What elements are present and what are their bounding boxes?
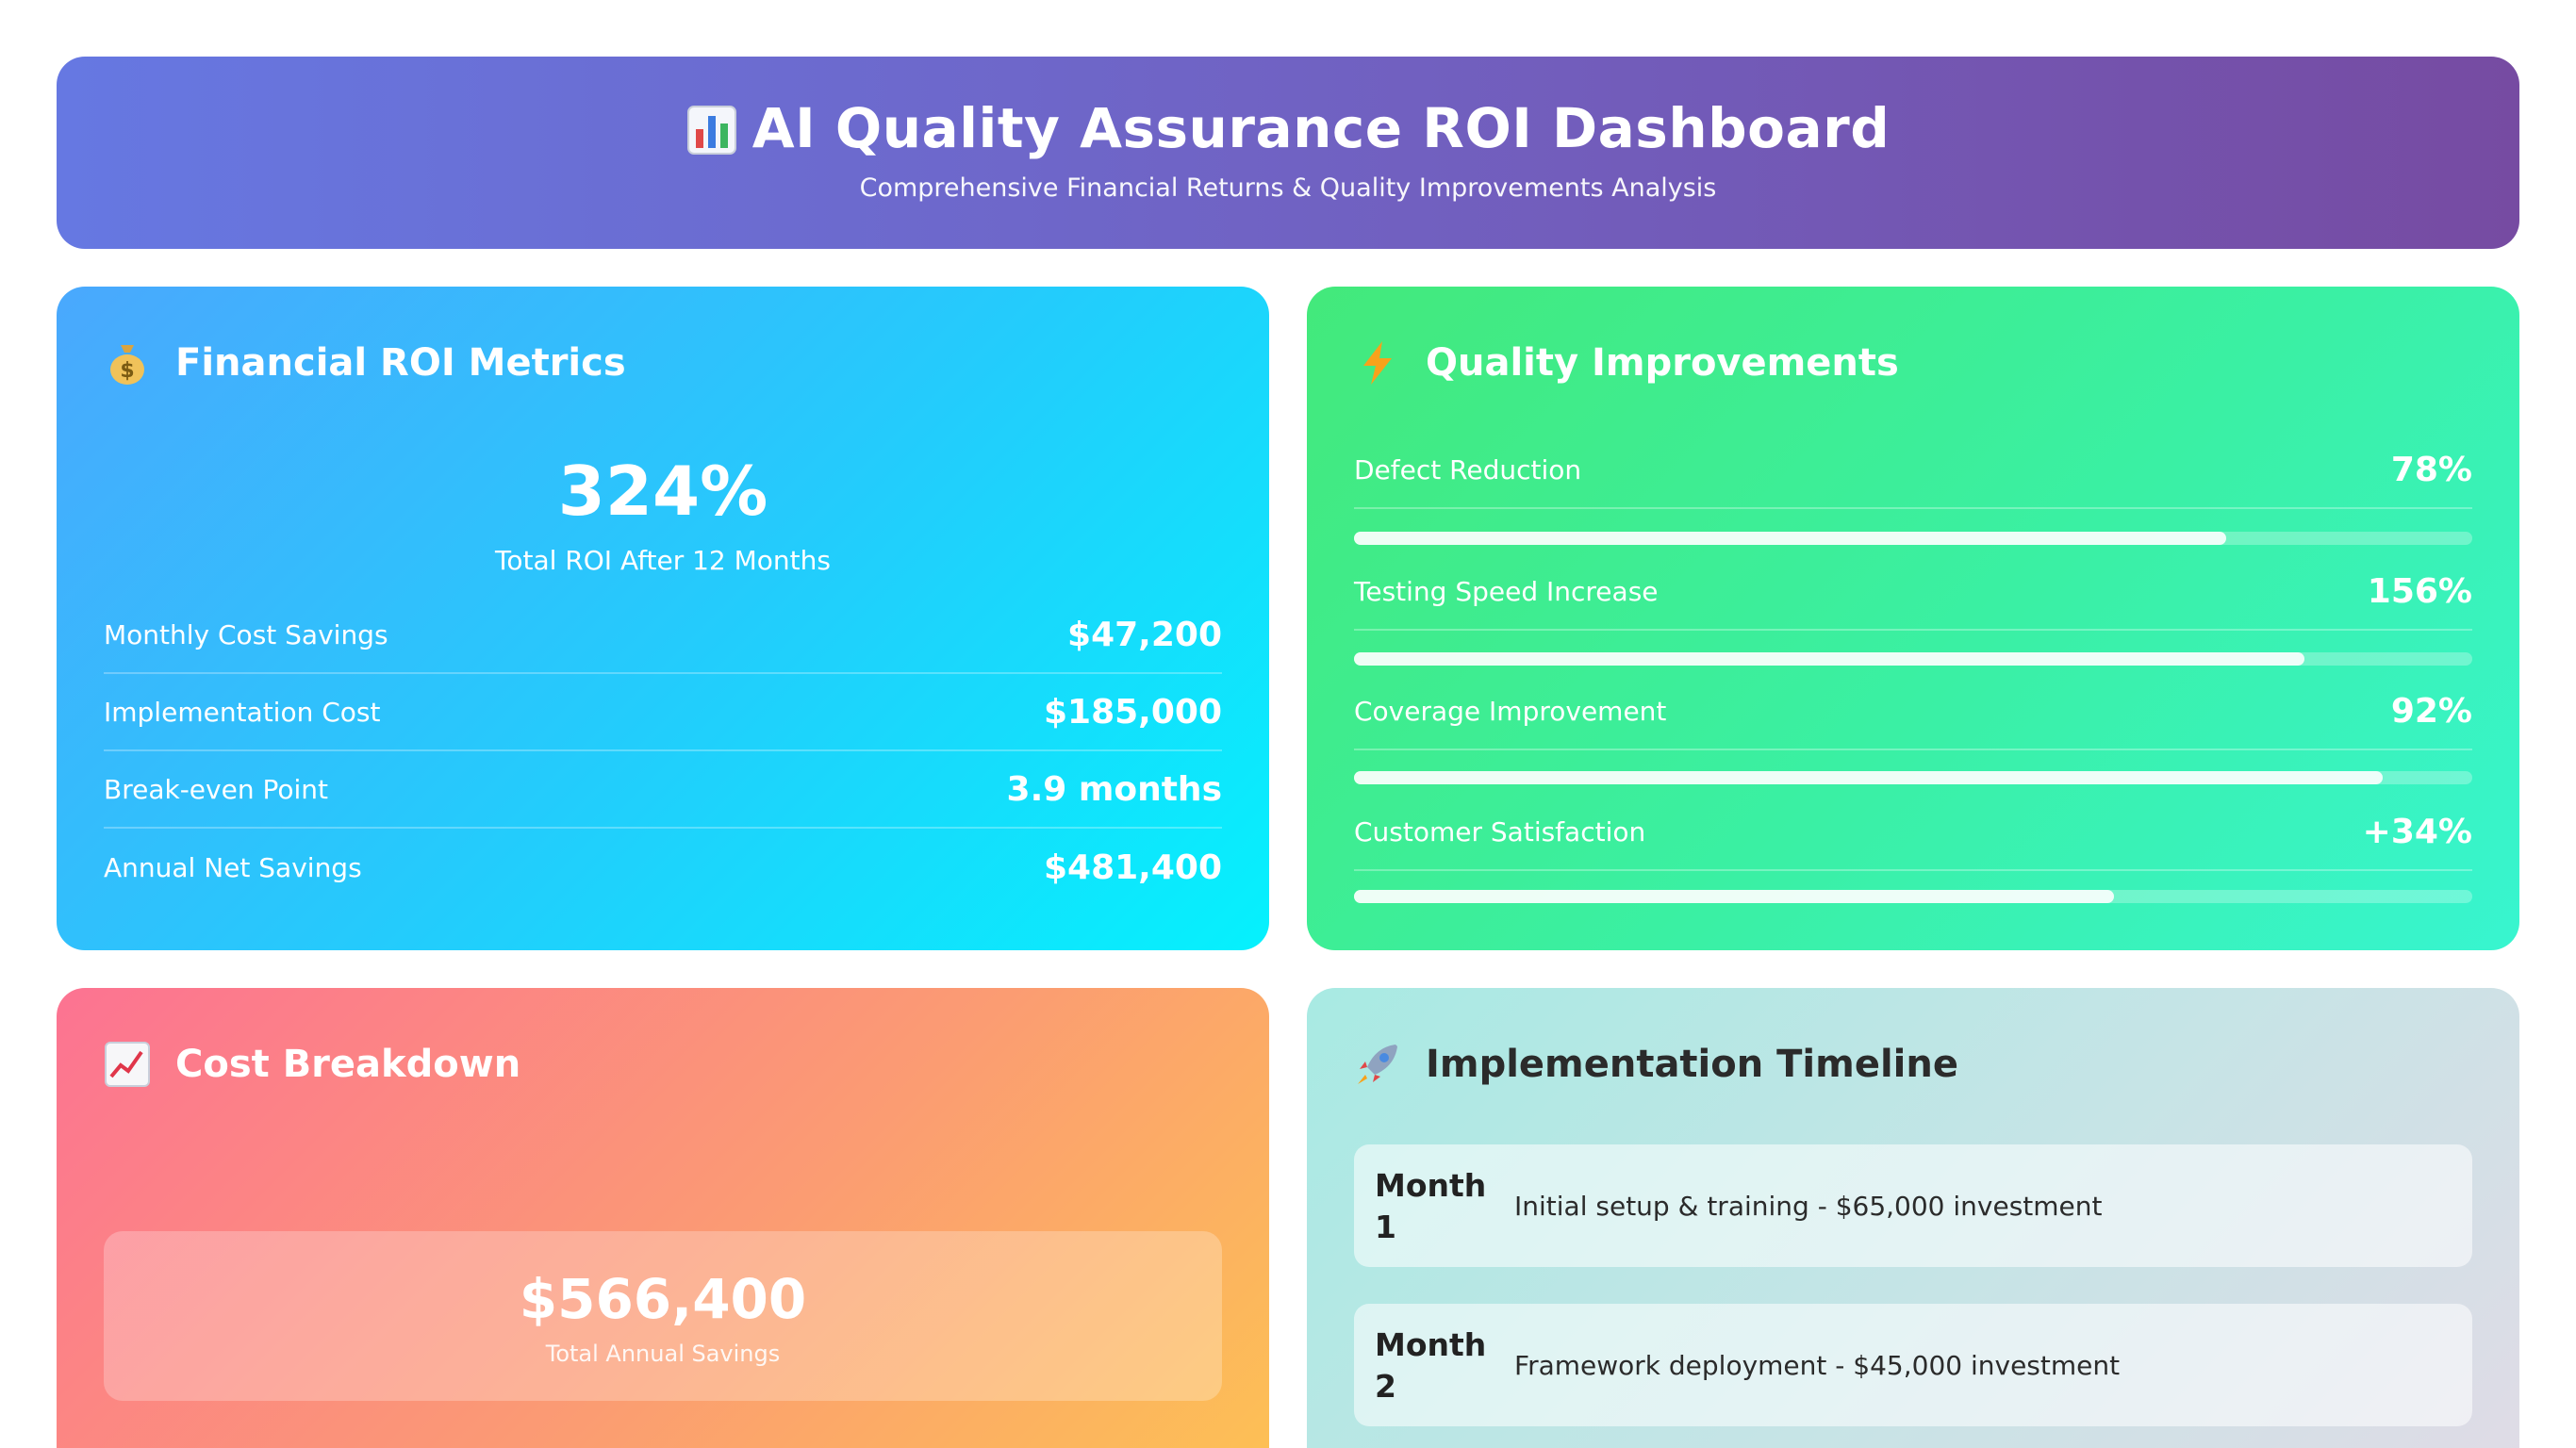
timeline-description: Framework deployment - $45,000 investmen… [1514, 1349, 2121, 1381]
metric-label: Break-even Point [104, 773, 328, 805]
total-savings-box: $566,400 Total Annual Savings [104, 1231, 1222, 1401]
page-subtitle: Comprehensive Financial Returns & Qualit… [859, 173, 1717, 203]
money-bag-icon: $ [104, 339, 151, 387]
metric-row-break-even: Break-even Point 3.9 months [104, 751, 1222, 829]
metric-label: Monthly Cost Savings [104, 618, 388, 650]
metric-value: 3.9 months [1006, 769, 1222, 809]
page-title-row: AI Quality Assurance ROI Dashboard [57, 96, 2519, 160]
page-title: AI Quality Assurance ROI Dashboard [751, 96, 1891, 160]
progress-bar-track [1354, 890, 2472, 903]
metric-value: $185,000 [1043, 692, 1222, 732]
quality-card-title: Quality Improvements [1426, 341, 1899, 385]
metric-label: Annual Net Savings [104, 851, 362, 883]
quality-label: Testing Speed Increase [1354, 575, 1659, 607]
quality-improvements-card: Quality Improvements Defect Reduction 78%… [1307, 287, 2519, 950]
svg-text:$: $ [120, 359, 134, 383]
lightning-icon [1354, 339, 1401, 387]
quality-row: Defect Reduction 78% [1354, 432, 2472, 509]
progress-bar-fill [1354, 771, 2384, 784]
progress-bar-track [1354, 652, 2472, 666]
roi-value: 324% [557, 452, 768, 531]
timeline-card-header: Implementation Timeline [1354, 1041, 1958, 1088]
trending-chart-icon [104, 1041, 151, 1088]
quality-value: 78% [2390, 450, 2472, 489]
progress-bar-track [1354, 532, 2472, 545]
metric-row-implementation-cost: Implementation Cost $185,000 [104, 674, 1222, 751]
bar-chart-icon [686, 105, 736, 155]
quality-label: Defect Reduction [1354, 453, 1582, 485]
timeline-card-title: Implementation Timeline [1426, 1043, 1958, 1086]
roi-label: Total ROI After 12 Months [495, 545, 831, 576]
quality-row: Customer Satisfaction +34% [1354, 794, 2472, 871]
quality-row: Testing Speed Increase 156% [1354, 553, 2472, 631]
quality-label: Customer Satisfaction [1354, 815, 1646, 847]
metric-value: $481,400 [1043, 847, 1222, 887]
quality-card-header: Quality Improvements [1354, 339, 1899, 387]
metric-row-annual-net-savings: Annual Net Savings $481,400 [104, 829, 1222, 906]
financial-card-header: $ Financial ROI Metrics [104, 339, 626, 387]
metric-label: Implementation Cost [104, 696, 381, 728]
quality-value: 156% [2367, 571, 2472, 611]
progress-bar-track [1354, 771, 2472, 784]
progress-bar-fill [1354, 652, 2305, 666]
rocket-icon [1354, 1041, 1401, 1088]
financial-card-title: Financial ROI Metrics [175, 341, 626, 385]
metric-value: $47,200 [1067, 615, 1222, 654]
progress-bar-fill [1354, 532, 2227, 545]
quality-row: Coverage Improvement 92% [1354, 673, 2472, 750]
cost-card-title: Cost Breakdown [175, 1043, 521, 1086]
metric-row-monthly-savings: Monthly Cost Savings $47,200 [104, 597, 1222, 674]
timeline-item: Month 2 Framework deployment - $45,000 in… [1354, 1304, 2472, 1426]
timeline-item: Month 1 Initial setup & training - $65,00… [1354, 1144, 2472, 1267]
progress-bar-fill [1354, 890, 2115, 903]
quality-label: Coverage Improvement [1354, 695, 1667, 727]
total-savings-label: Total Annual Savings [545, 1341, 781, 1367]
dashboard-page: AI Quality Assurance ROI Dashboard Compr… [0, 0, 2576, 1448]
financial-roi-card: $ Financial ROI Metrics 324% Total ROI A… [57, 287, 1269, 950]
quality-value: 92% [2390, 691, 2472, 731]
total-savings-amount: $566,400 [519, 1267, 807, 1331]
cost-breakdown-card: Cost Breakdown $566,400 Total Annual Sav… [57, 988, 1269, 1448]
implementation-timeline-card: Implementation Timeline Month 1 Initial s… [1307, 988, 2519, 1448]
timeline-month: Month 1 [1375, 1167, 1487, 1245]
timeline-description: Initial setup & training - $65,000 inves… [1514, 1190, 2103, 1222]
quality-value: +34% [2362, 812, 2472, 851]
dashboard-header: AI Quality Assurance ROI Dashboard Compr… [57, 57, 2519, 249]
timeline-month: Month 2 [1375, 1326, 1487, 1405]
cost-card-header: Cost Breakdown [104, 1041, 520, 1088]
